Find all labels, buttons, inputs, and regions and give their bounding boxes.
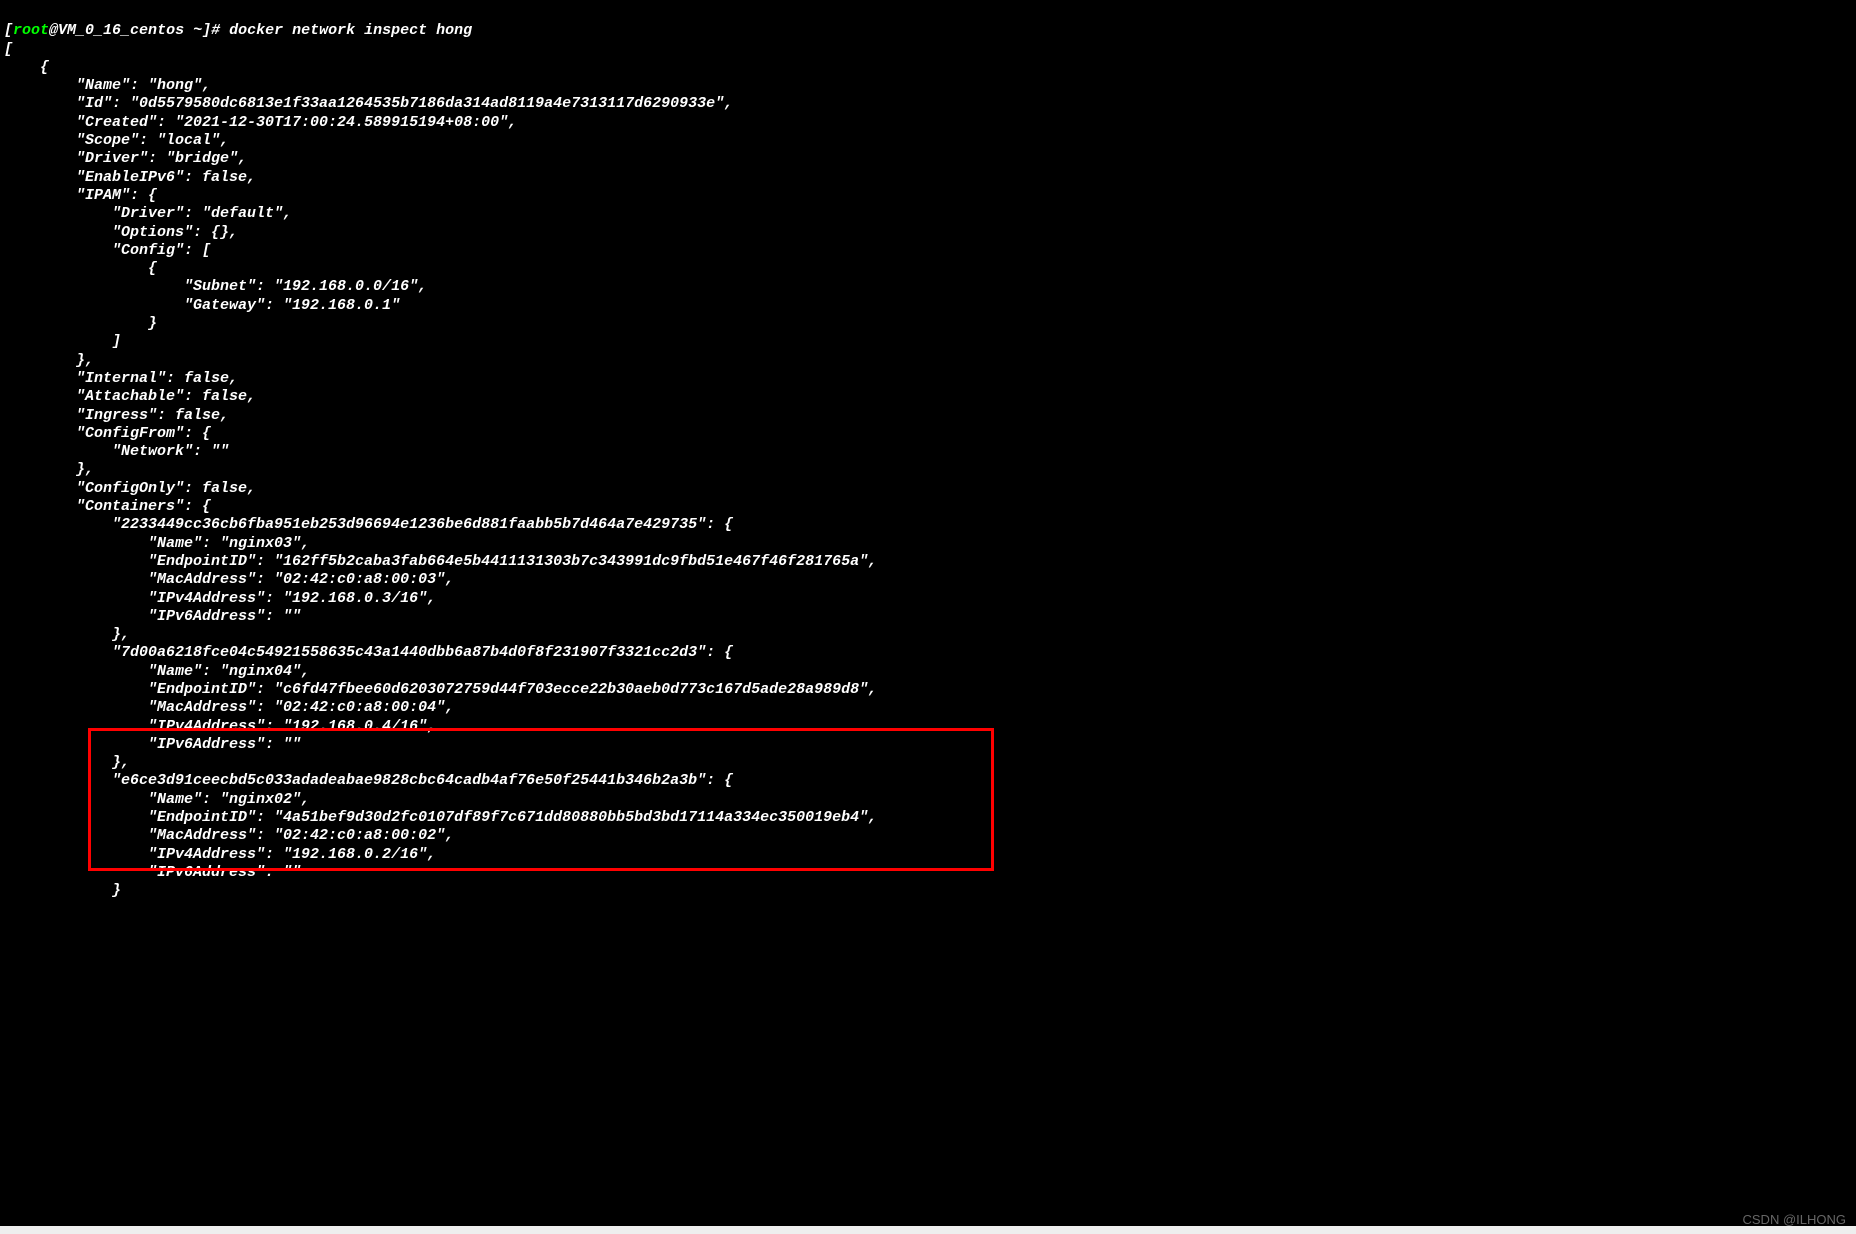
prompt-hash: # [211, 22, 229, 39]
json-name: "Name": "hong", [4, 77, 211, 94]
prompt-user: root [13, 22, 49, 39]
json-ipam-open: "IPAM": { [4, 187, 157, 204]
json-open-bracket: [ [4, 41, 13, 58]
json-internal: "Internal": false, [4, 370, 238, 387]
json-ipam-config-item-open: { [4, 260, 157, 277]
prompt-close-bracket: ] [202, 22, 211, 39]
json-attachable: "Attachable": false, [4, 388, 256, 405]
json-c1-close: }, [4, 626, 130, 643]
json-scope: "Scope": "local", [4, 132, 229, 149]
json-ipam-options: "Options": {}, [4, 224, 238, 241]
json-created: "Created": "2021-12-30T17:00:24.58991519… [4, 114, 517, 131]
json-id: "Id": "0d5579580dc6813e1f33aa1264535b718… [4, 95, 733, 112]
json-c1-ipv6: "IPv6Address": "" [4, 608, 301, 625]
prompt-at: @ [49, 22, 58, 39]
json-line: { [4, 59, 49, 76]
json-configfrom-close: }, [4, 461, 94, 478]
json-c3-close: } [4, 882, 121, 899]
json-ipam-config-close: ] [4, 333, 121, 350]
json-c2-id: "7d00a6218fce04c54921558635c43a1440dbb6a… [4, 644, 733, 661]
json-enableipv6: "EnableIPv6": false, [4, 169, 256, 186]
json-c1-id: "2233449cc36cb6fba951eb253d96694e1236be6… [4, 516, 733, 533]
json-ipam-config-open: "Config": [ [4, 242, 211, 259]
highlight-annotation [88, 728, 994, 871]
json-ipam-close: }, [4, 352, 94, 369]
json-containers-open: "Containers": { [4, 498, 211, 515]
json-ingress: "Ingress": false, [4, 407, 229, 424]
prompt-tilde: ~ [193, 22, 202, 39]
json-ipam-driver: "Driver": "default", [4, 205, 292, 222]
command-text[interactable]: docker network inspect hong [229, 22, 472, 39]
json-ipam-gateway: "Gateway": "192.168.0.1" [4, 297, 400, 314]
json-c1-mac: "MacAddress": "02:42:c0:a8:00:03", [4, 571, 454, 588]
prompt-open-bracket: [ [4, 22, 13, 39]
json-ipam-config-item-close: } [4, 315, 157, 332]
json-c2-endpoint: "EndpointID": "c6fd47fbee60d6203072759d4… [4, 681, 877, 698]
watermark-text: CSDN @ILHONG [1743, 1212, 1847, 1228]
prompt-host: VM_0_16_centos [58, 22, 184, 39]
json-c1-ipv4: "IPv4Address": "192.168.0.3/16", [4, 590, 436, 607]
json-configonly: "ConfigOnly": false, [4, 480, 256, 497]
json-c1-name: "Name": "nginx03", [4, 535, 310, 552]
prompt-line: [root@VM_0_16_centos ~]# docker network … [4, 22, 472, 39]
json-configfrom-network: "Network": "" [4, 443, 229, 460]
prompt-space [184, 22, 193, 39]
json-c2-name: "Name": "nginx04", [4, 663, 310, 680]
json-c2-mac: "MacAddress": "02:42:c0:a8:00:04", [4, 699, 454, 716]
json-driver: "Driver": "bridge", [4, 150, 247, 167]
json-ipam-subnet: "Subnet": "192.168.0.0/16", [4, 278, 427, 295]
json-c1-endpoint: "EndpointID": "162ff5b2caba3fab664e5b441… [4, 553, 877, 570]
bottom-bar [0, 1226, 1856, 1234]
json-configfrom-open: "ConfigFrom": { [4, 425, 211, 442]
